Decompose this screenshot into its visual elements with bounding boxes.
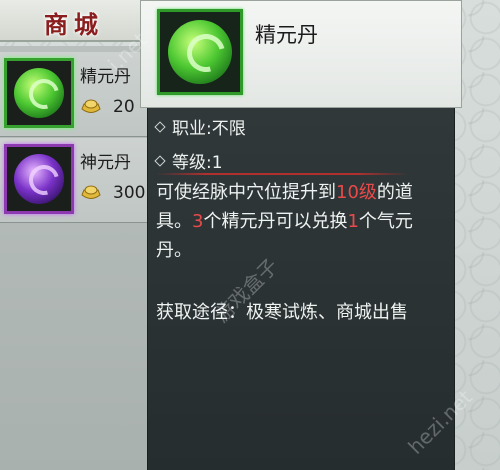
- shop-item-shenyuandan[interactable]: 神元丹 300: [0, 138, 150, 223]
- diamond-bullet-icon: [154, 121, 166, 133]
- shop-item-jingyuandan[interactable]: 精元丹 20: [0, 52, 150, 137]
- green-pill-icon: [168, 20, 232, 84]
- diamond-bullet-icon: [154, 155, 166, 167]
- item-source: 获取途径：极寒试炼、商城出售: [156, 302, 408, 323]
- shop-title: 商城: [44, 10, 104, 39]
- shop-header: 商城: [0, 0, 160, 42]
- attr-level: 等级:1: [154, 148, 223, 173]
- item-tooltip-header: 精元丹: [140, 0, 462, 108]
- item-description: 可使经脉中穴位提升到10级的道具。3个精元丹可以兑换1个气元丹。: [156, 182, 413, 261]
- item-name: 神元丹: [80, 153, 131, 173]
- item-tooltip-body: 职业:不限 等级:1 可使经脉中穴位提升到10级的道具。3个精元丹可以兑换1个气…: [147, 108, 455, 470]
- divider: [156, 173, 408, 175]
- tooltip-title: 精元丹: [255, 23, 318, 47]
- item-slot[interactable]: [4, 144, 74, 214]
- green-pill-icon: [14, 68, 65, 118]
- tooltip-item-slot: [157, 9, 243, 95]
- item-name: 精元丹: [80, 67, 131, 87]
- gold-ingot-icon: [81, 185, 101, 199]
- item-slot[interactable]: [4, 58, 74, 128]
- item-price: 300: [113, 183, 146, 203]
- item-price: 20: [113, 97, 135, 117]
- gold-ingot-icon: [81, 99, 101, 113]
- shop-item-list: 精元丹 20 神元丹 300: [0, 46, 152, 470]
- purple-pill-icon: [14, 154, 65, 204]
- attr-profession: 职业:不限: [154, 114, 246, 139]
